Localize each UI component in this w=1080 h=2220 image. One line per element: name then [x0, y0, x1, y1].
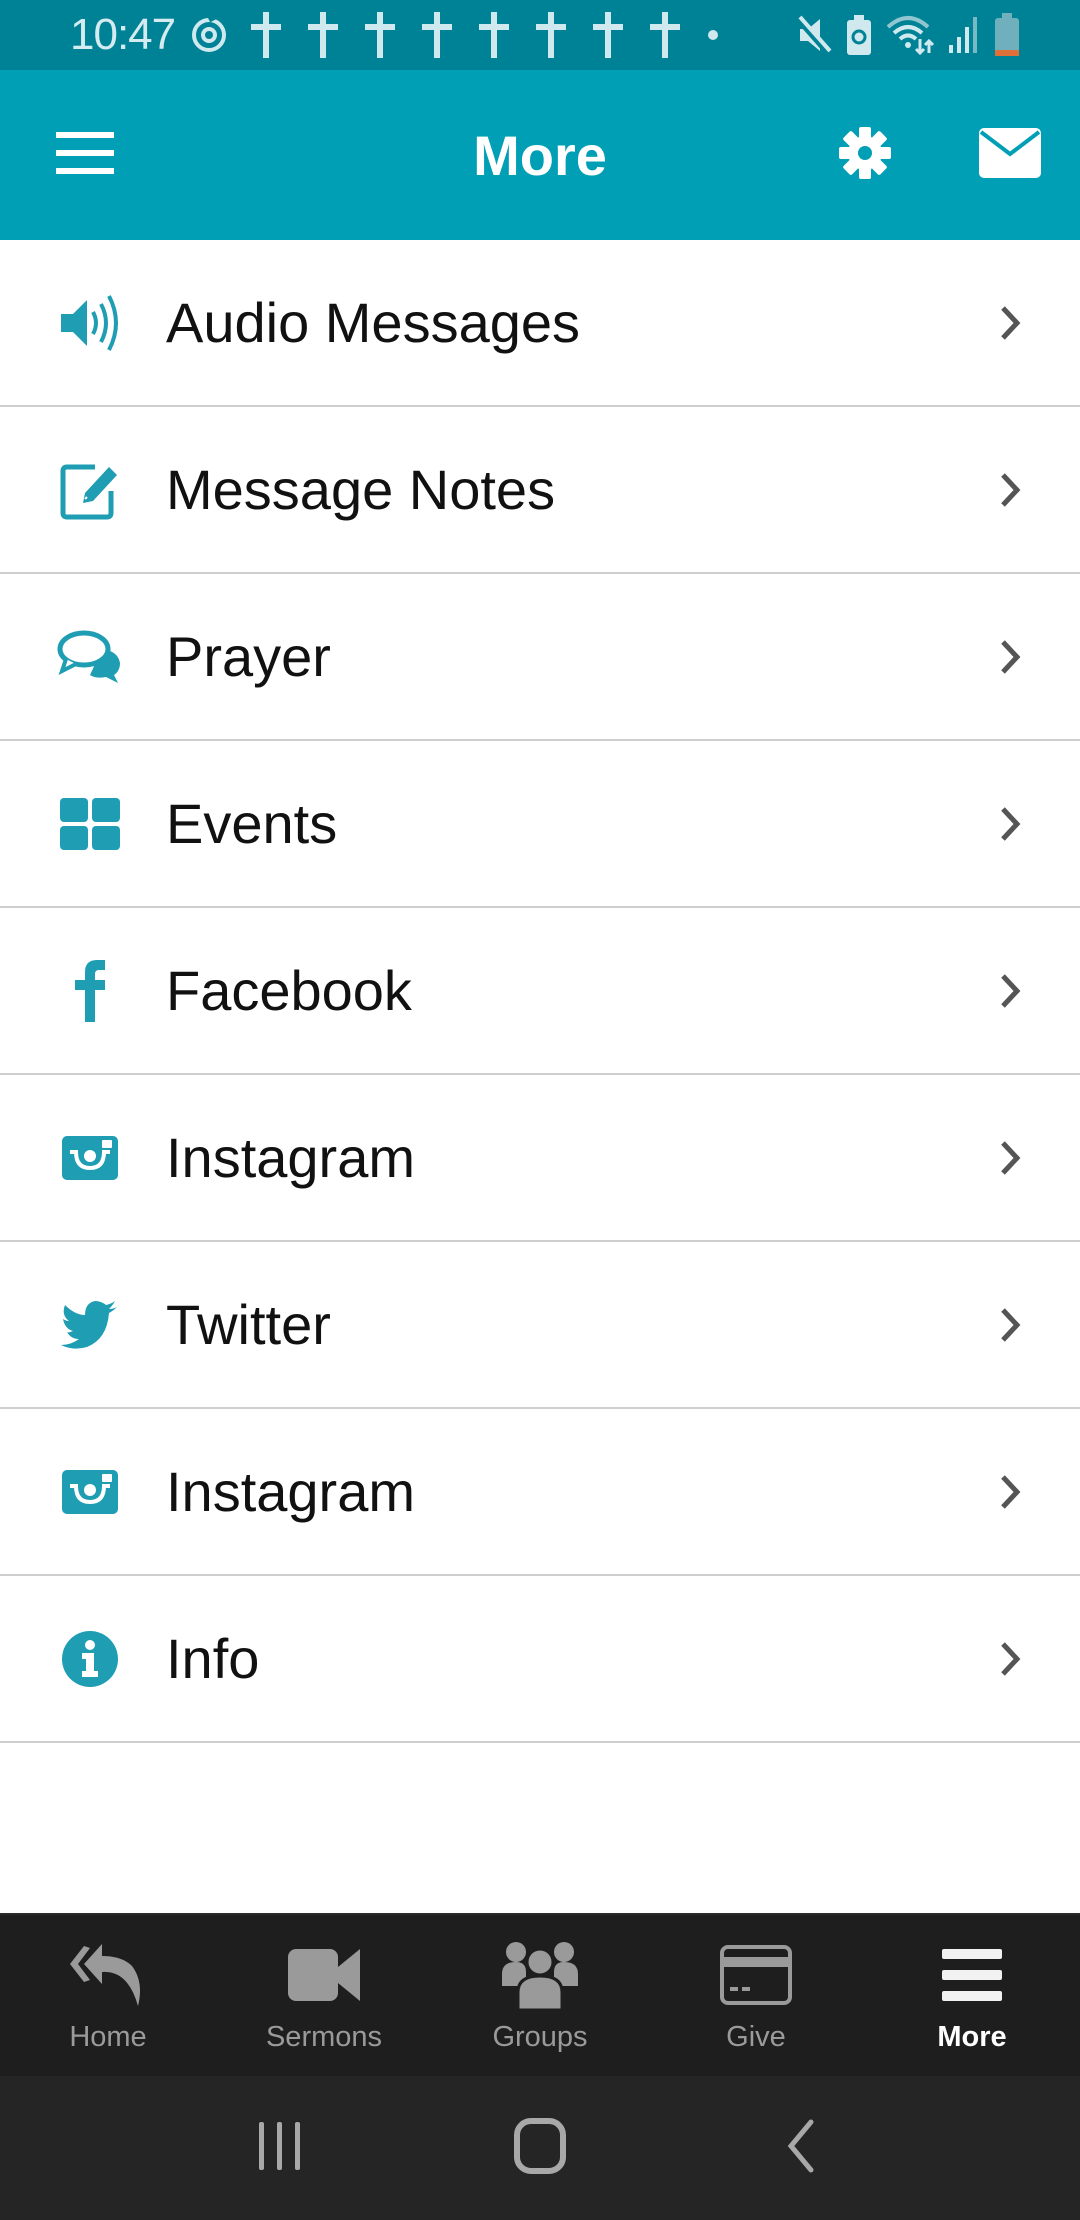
edit-note-icon [50, 450, 130, 530]
menu-item-label: Events [166, 792, 338, 855]
menu-list: Audio Messages Message Notes Prayer Even… [0, 240, 1080, 1743]
mail-button[interactable] [965, 70, 1055, 240]
cross-icon [465, 10, 522, 60]
menu-item-instagram[interactable]: Instagram [0, 1075, 1080, 1242]
settings-button[interactable] [820, 70, 910, 240]
page-title: More [473, 123, 607, 187]
chevron-right-icon [990, 971, 1030, 1011]
cross-icon [522, 10, 579, 60]
mute-icon [796, 15, 832, 55]
wifi-icon [886, 15, 934, 55]
cross-icon [237, 10, 294, 60]
chevron-right-icon [990, 470, 1030, 510]
mail-icon [979, 127, 1041, 183]
cross-icon [579, 10, 636, 60]
menu-item-prayer[interactable]: Prayer [0, 574, 1080, 741]
status-time: 10:47 [70, 10, 176, 59]
twitter-icon [50, 1285, 130, 1365]
credit-card-icon [720, 1939, 792, 2011]
chevron-right-icon [990, 1639, 1030, 1679]
tab-label: Home [69, 2021, 147, 2053]
chevron-right-icon [990, 1138, 1030, 1178]
recents-button[interactable] [220, 2098, 340, 2198]
app-bar: More [0, 70, 1080, 240]
cross-icon [636, 10, 693, 60]
cross-icon [351, 10, 408, 60]
chat-bubbles-icon [50, 617, 130, 697]
menu-item-instagram-2[interactable]: Instagram [0, 1409, 1080, 1576]
system-nav-bar [0, 2076, 1080, 2220]
battery-saver-icon [846, 15, 872, 55]
hamburger-menu-button[interactable] [40, 70, 130, 240]
sync-icon [189, 15, 229, 55]
speaker-icon [50, 283, 130, 363]
cross-icon [294, 10, 351, 60]
video-camera-icon [288, 1939, 360, 2011]
home-icon [514, 2117, 566, 2179]
cross-icon [408, 10, 465, 60]
signal-icon [948, 15, 980, 55]
reply-all-icon [70, 1939, 146, 2011]
tab-give[interactable]: Give [648, 1915, 864, 2076]
tab-bar: Home Sermons Groups Give More [0, 1913, 1080, 2076]
menu-icon [942, 1939, 1002, 2011]
battery-icon [994, 13, 1020, 57]
tab-home[interactable]: Home [0, 1915, 216, 2076]
dot-icon [707, 29, 719, 41]
back-icon [785, 2119, 815, 2178]
instagram-icon [50, 1118, 130, 1198]
menu-item-label: Audio Messages [166, 291, 581, 354]
menu-item-facebook[interactable]: Facebook [0, 908, 1080, 1075]
menu-item-label: Twitter [166, 1293, 331, 1356]
notification-icons [189, 10, 719, 60]
menu-item-events[interactable]: Events [0, 741, 1080, 908]
recents-icon [257, 2120, 303, 2177]
tab-groups[interactable]: Groups [432, 1915, 648, 2076]
menu-item-label: Info [166, 1627, 260, 1690]
gear-icon [838, 126, 892, 185]
menu-item-twitter[interactable]: Twitter [0, 1242, 1080, 1409]
hamburger-menu-icon [56, 131, 114, 179]
tab-label: More [937, 2021, 1007, 2053]
menu-item-message-notes[interactable]: Message Notes [0, 407, 1080, 574]
menu-item-label: Message Notes [166, 458, 556, 521]
grid-icon [50, 784, 130, 864]
menu-item-label: Facebook [166, 959, 412, 1022]
facebook-icon [50, 951, 130, 1031]
menu-item-info[interactable]: Info [0, 1576, 1080, 1743]
chevron-right-icon [990, 637, 1030, 677]
tab-label: Give [726, 2021, 786, 2053]
chevron-right-icon [990, 1305, 1030, 1345]
menu-item-label: Instagram [166, 1126, 415, 1189]
menu-item-audio-messages[interactable]: Audio Messages [0, 240, 1080, 407]
home-nav-button[interactable] [480, 2098, 600, 2198]
tab-sermons[interactable]: Sermons [216, 1915, 432, 2076]
chevron-right-icon [990, 1472, 1030, 1512]
menu-item-label: Prayer [166, 625, 331, 688]
tab-more[interactable]: More [864, 1915, 1080, 2076]
tab-label: Sermons [265, 2021, 383, 2053]
tab-label: Groups [492, 2021, 588, 2053]
instagram-icon [50, 1452, 130, 1532]
chevron-right-icon [990, 303, 1030, 343]
menu-item-label: Instagram [166, 1460, 415, 1523]
chevron-right-icon [990, 804, 1030, 844]
users-icon [502, 1939, 578, 2011]
system-icons [796, 0, 1020, 70]
status-bar: 10:47 [0, 0, 1080, 70]
back-nav-button[interactable] [740, 2098, 860, 2198]
info-icon [50, 1619, 130, 1699]
